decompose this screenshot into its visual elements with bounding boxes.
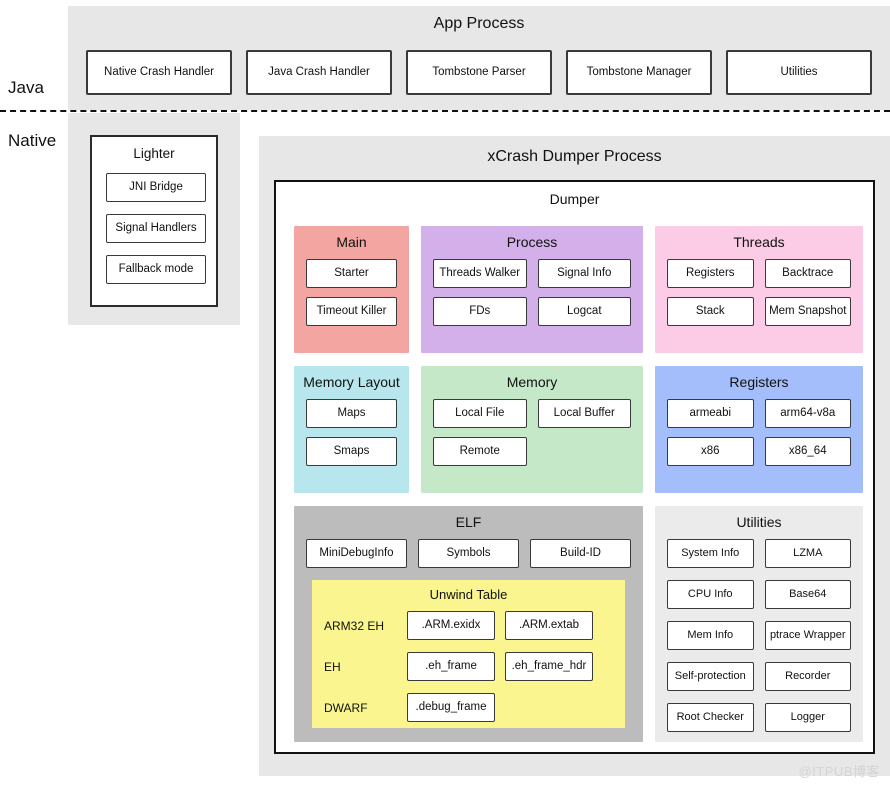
lighter-item-box[interactable]: JNI Bridge: [106, 173, 206, 202]
panel-item-box[interactable]: Logcat: [537, 297, 631, 326]
panel-item-box[interactable]: Base64: [764, 580, 851, 609]
unwind-item-box[interactable]: .eh_frame_hdr: [505, 652, 593, 681]
unwind-row-label: EH: [324, 659, 341, 674]
app-module-box[interactable]: Java Crash Handler: [246, 50, 392, 95]
unwind-item-box[interactable]: .ARM.extab: [505, 611, 593, 640]
app-process-container: App Process Native Crash Handler Java Cr…: [68, 6, 890, 110]
dumper-title: Dumper: [549, 191, 600, 207]
panel-threads-title: Threads: [733, 234, 785, 250]
xcrash-dumper-process-title: xCrash Dumper Process: [487, 148, 662, 165]
panel-item-box[interactable]: Backtrace: [764, 259, 851, 288]
panel-item-box[interactable]: Recorder: [764, 662, 851, 691]
panel-threads-items: Registers Backtrace Stack Mem Snapshot: [667, 259, 851, 326]
panel-memory-items: Local File Local Buffer Remote: [433, 399, 631, 466]
panel-memory-layout-items: Maps Smaps: [306, 399, 397, 466]
panel-registers-title: Registers: [729, 374, 789, 390]
panel-item-box[interactable]: MiniDebugInfo: [306, 539, 407, 568]
panel-threads: Threads Registers Backtrace Stack Mem Sn…: [655, 226, 863, 353]
dumper-box: Dumper Main Starter Timeout Killer Proce…: [274, 180, 875, 754]
panel-memory-layout: Memory Layout Maps Smaps: [294, 366, 409, 493]
lighter-box: Lighter JNI Bridge Signal Handlers Fallb…: [90, 135, 218, 307]
panel-memory: Memory Local File Local Buffer Remote: [421, 366, 643, 493]
app-module-box[interactable]: Native Crash Handler: [86, 50, 232, 95]
xcrash-dumper-process-container: xCrash Dumper Process Dumper Main Starte…: [259, 136, 890, 776]
panel-utilities-title: Utilities: [736, 514, 782, 530]
panel-item-box[interactable]: x86_64: [764, 437, 851, 466]
panel-memory-title: Memory: [506, 374, 558, 390]
unwind-table-title: Unwind Table: [429, 587, 508, 602]
lighter-item-list: JNI Bridge Signal Handlers Fallback mode: [106, 173, 206, 284]
panel-item-box[interactable]: Self-protection: [667, 662, 754, 691]
panel-item-box[interactable]: Registers: [667, 259, 754, 288]
panel-item-box[interactable]: Threads Walker: [433, 259, 527, 288]
app-process-module-row: Native Crash Handler Java Crash Handler …: [86, 50, 872, 95]
panel-item-box[interactable]: Remote: [433, 437, 527, 466]
panel-item-box[interactable]: Mem Snapshot: [764, 297, 851, 326]
unwind-item-box[interactable]: .ARM.exidx: [407, 611, 495, 640]
panel-utilities-items: System Info LZMA CPU Info Base64 Mem Inf…: [667, 539, 851, 732]
unwind-item-box[interactable]: .debug_frame: [407, 693, 495, 722]
panel-item-box[interactable]: Mem Info: [667, 621, 754, 650]
panel-item-box[interactable]: Root Checker: [667, 703, 754, 732]
panel-elf-top-items: MiniDebugInfo Symbols Build-ID: [306, 539, 631, 568]
panel-elf-title: ELF: [455, 514, 482, 530]
panel-elf: ELF MiniDebugInfo Symbols Build-ID Unwin…: [294, 506, 643, 742]
unwind-row-label: ARM32 EH: [324, 618, 385, 633]
java-native-divider: [0, 110, 890, 112]
panel-memory-layout-title: Memory Layout: [303, 374, 400, 390]
panel-registers: Registers armeabi arm64-v8a x86 x86_64: [655, 366, 863, 493]
panel-item-box[interactable]: Logger: [764, 703, 851, 732]
watermark: @ITPUB博客: [798, 764, 880, 779]
panel-item-box[interactable]: Build-ID: [530, 539, 631, 568]
layer-label-java: Java: [8, 78, 44, 97]
panel-item-box[interactable]: Local Buffer: [537, 399, 631, 428]
panel-item-box[interactable]: CPU Info: [667, 580, 754, 609]
unwind-table-row: ARM32 EH .ARM.exidx .ARM.extab: [324, 611, 617, 640]
panel-item-box[interactable]: Stack: [667, 297, 754, 326]
panel-item-box[interactable]: System Info: [667, 539, 754, 568]
unwind-table-row: EH .eh_frame .eh_frame_hdr: [324, 652, 617, 681]
panel-item-box[interactable]: Local File: [433, 399, 527, 428]
panel-item-box[interactable]: Signal Info: [537, 259, 631, 288]
unwind-table-row: DWARF .debug_frame: [324, 693, 617, 722]
panel-item-box[interactable]: Maps: [306, 399, 397, 428]
app-module-box[interactable]: Utilities: [726, 50, 872, 95]
panel-item-box[interactable]: Smaps: [306, 437, 397, 466]
panel-item-box[interactable]: arm64-v8a: [764, 399, 851, 428]
lighter-container: Lighter JNI Bridge Signal Handlers Fallb…: [68, 113, 240, 325]
panel-item-box[interactable]: LZMA: [764, 539, 851, 568]
panel-item-box[interactable]: FDs: [433, 297, 527, 326]
layer-label-native: Native: [8, 131, 57, 150]
panel-item-box[interactable]: x86: [667, 437, 754, 466]
panel-item-box[interactable]: Symbols: [418, 539, 519, 568]
app-module-box[interactable]: Tombstone Parser: [406, 50, 552, 95]
panel-main-title: Main: [336, 234, 367, 250]
lighter-item-box[interactable]: Signal Handlers: [106, 214, 206, 243]
panel-item-box[interactable]: armeabi: [667, 399, 754, 428]
unwind-row-label: DWARF: [324, 700, 368, 715]
app-process-title: App Process: [433, 15, 525, 32]
panel-item-box[interactable]: ptrace Wrapper: [764, 621, 851, 650]
panel-process-title: Process: [506, 234, 558, 250]
lighter-title: Lighter: [133, 146, 175, 161]
lighter-item-box[interactable]: Fallback mode: [106, 255, 206, 284]
panel-process-items: Threads Walker Signal Info FDs Logcat: [433, 259, 631, 326]
panel-item-box[interactable]: Starter: [306, 259, 397, 288]
panel-main-items: Starter Timeout Killer: [306, 259, 397, 326]
panel-process: Process Threads Walker Signal Info FDs L…: [421, 226, 643, 353]
panel-registers-items: armeabi arm64-v8a x86 x86_64: [667, 399, 851, 466]
app-module-box[interactable]: Tombstone Manager: [566, 50, 712, 95]
unwind-table-panel: Unwind Table ARM32 EH .ARM.exidx .ARM.ex…: [312, 580, 625, 728]
panel-item-box[interactable]: Timeout Killer: [306, 297, 397, 326]
unwind-item-box[interactable]: .eh_frame: [407, 652, 495, 681]
panel-utilities: Utilities System Info LZMA CPU Info Base…: [655, 506, 863, 742]
panel-main: Main Starter Timeout Killer: [294, 226, 409, 353]
